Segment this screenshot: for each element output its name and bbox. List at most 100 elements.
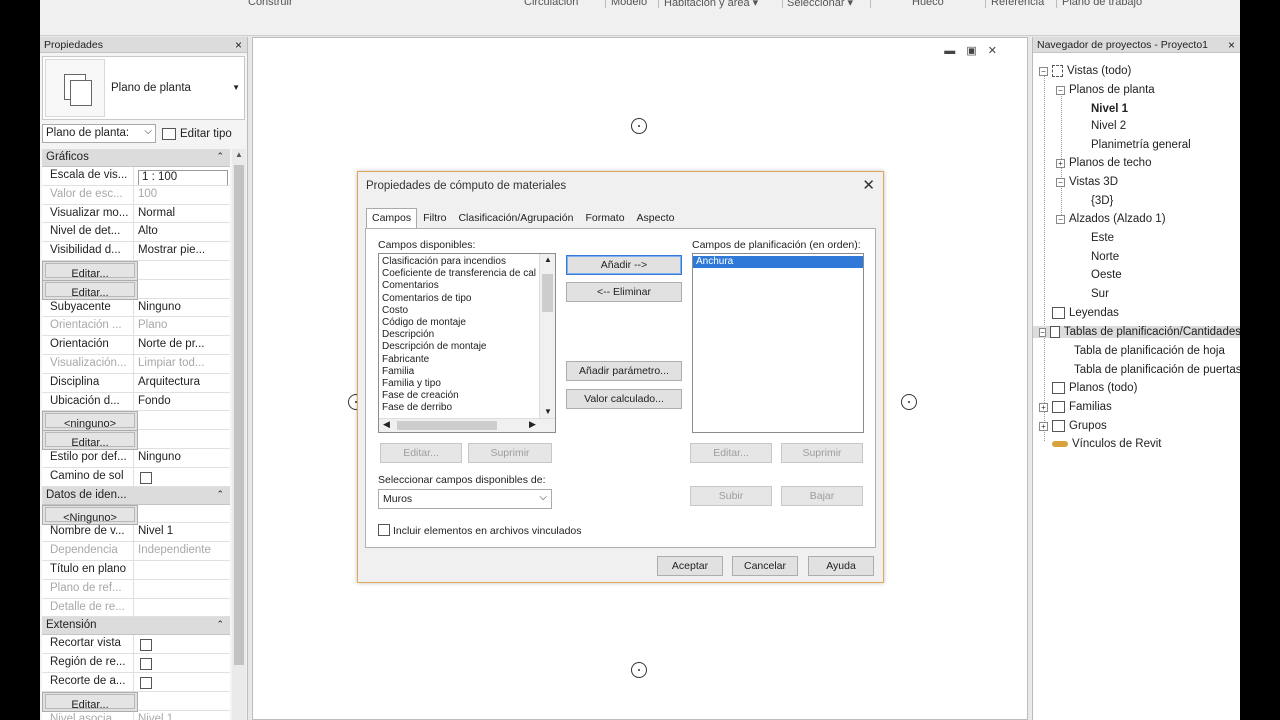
tree-node[interactable]: − Alzados (Alzado 1) xyxy=(1056,213,1166,225)
tab-campos[interactable]: Campos xyxy=(366,208,418,229)
tree-node[interactable]: Tabla de planificación de puertas xyxy=(1056,364,1240,376)
collapse-icon[interactable]: − xyxy=(1056,85,1065,95)
edit-right-button[interactable]: Editar... xyxy=(690,443,772,463)
tree-node[interactable]: − Tablas de planificación/Cantidades xyxy=(1033,326,1240,338)
ok-button[interactable]: Aceptar xyxy=(657,556,723,576)
view-window-controls[interactable]: ▬ ▣ ✕ xyxy=(944,44,1001,57)
list-item[interactable]: Fabricante xyxy=(379,354,555,366)
category-header[interactable]: Gráficos ⌃ xyxy=(42,149,230,167)
tab-aspecto[interactable]: Aspecto xyxy=(631,208,681,228)
tree-node[interactable]: − Planos de planta xyxy=(1056,84,1155,96)
property-value[interactable] xyxy=(134,673,230,691)
property-value[interactable] xyxy=(134,468,230,486)
available-fields-scrollbar[interactable]: ▲ ▼ xyxy=(539,254,555,432)
remove-field-button[interactable]: <-- Eliminar xyxy=(566,282,682,302)
tree-node[interactable]: + Planos de techo xyxy=(1056,157,1151,169)
property-value[interactable]: Ninguno xyxy=(134,449,230,467)
collapse-icon[interactable]: ⌃ xyxy=(216,151,224,162)
help-button[interactable]: Ayuda xyxy=(808,556,874,576)
property-edit-button[interactable]: Editar... xyxy=(45,432,135,449)
property-checkbox[interactable] xyxy=(140,639,152,652)
close-icon[interactable]: × xyxy=(235,38,242,52)
select-from-dropdown[interactable]: Muros ⌵ xyxy=(378,489,552,509)
tree-node[interactable]: Nivel 1 xyxy=(1073,103,1128,115)
edit-left-button[interactable]: Editar... xyxy=(380,443,462,463)
property-input[interactable]: 1 : 100 xyxy=(138,170,228,185)
property-value[interactable]: Norte de pr... xyxy=(134,336,230,354)
collapse-icon[interactable]: ⌃ xyxy=(216,619,224,630)
expand-icon[interactable]: + xyxy=(1039,402,1048,412)
type-selector[interactable]: Plano de planta ▼ xyxy=(42,56,245,120)
expand-icon[interactable]: + xyxy=(1056,158,1065,168)
elevation-marker-north[interactable] xyxy=(631,118,647,134)
scroll-left-icon[interactable]: ◀ xyxy=(383,419,390,430)
scroll-right-icon[interactable]: ▶ xyxy=(529,419,536,430)
property-value[interactable] xyxy=(134,561,230,579)
collapse-icon[interactable]: − xyxy=(1039,327,1047,337)
list-item[interactable]: Coeficiente de transferencia de cal xyxy=(379,268,555,280)
property-value[interactable]: 1 : 100 xyxy=(134,167,230,185)
tree-node[interactable]: {3D} xyxy=(1073,195,1113,207)
include-linked-checkbox[interactable] xyxy=(378,524,390,536)
add-parameter-button[interactable]: Añadir parámetro... xyxy=(566,361,682,381)
tree-node[interactable]: − Vistas (todo) xyxy=(1039,65,1131,77)
ribbon-tab-seleccionar[interactable]: Seleccionar ▾ xyxy=(787,0,853,9)
tree-node[interactable]: Vínculos de Revit xyxy=(1039,438,1162,450)
tree-node[interactable]: Nivel 2 xyxy=(1073,120,1126,132)
property-value[interactable]: Editar... xyxy=(42,279,138,300)
scheduled-fields-list[interactable]: Anchura xyxy=(692,253,864,433)
tree-node[interactable]: Planos (todo) xyxy=(1039,382,1137,394)
expand-icon[interactable]: + xyxy=(1039,421,1048,431)
tab-formato[interactable]: Formato xyxy=(579,208,630,228)
tree-node[interactable]: + Familias xyxy=(1039,401,1112,413)
property-value[interactable]: Arquitectura xyxy=(134,374,230,392)
move-down-button[interactable]: Bajar xyxy=(781,486,863,506)
category-header[interactable]: Extensión ⌃ xyxy=(42,617,230,636)
property-value[interactable]: Fondo xyxy=(134,393,230,411)
list-item[interactable]: Clasificación para incendios xyxy=(379,256,555,268)
category-header[interactable]: Datos de iden... ⌃ xyxy=(42,486,230,505)
tree-node[interactable]: Este xyxy=(1073,232,1114,244)
close-icon[interactable]: ✕ xyxy=(862,176,875,194)
instance-filter-dropdown[interactable]: Plano de planta: ⌵ xyxy=(42,124,156,143)
list-item[interactable]: Código de montaje xyxy=(379,317,555,329)
collapse-icon[interactable]: − xyxy=(1056,214,1065,224)
property-value[interactable]: Editar... xyxy=(42,430,138,451)
list-item[interactable]: Familia y tipo xyxy=(379,378,555,390)
tree-node[interactable]: Tabla de planificación de hoja xyxy=(1056,345,1225,357)
property-checkbox[interactable] xyxy=(140,471,152,484)
scroll-down-icon[interactable]: ▼ xyxy=(544,407,552,416)
collapse-icon[interactable]: ⌃ xyxy=(216,489,224,500)
list-item[interactable]: Descripción xyxy=(379,329,555,341)
elevation-marker-south[interactable] xyxy=(631,662,647,678)
property-value[interactable] xyxy=(134,654,230,672)
elevation-marker-east[interactable] xyxy=(901,394,917,410)
delete-right-button[interactable]: Suprimir xyxy=(781,443,863,463)
collapse-icon[interactable]: − xyxy=(1056,177,1065,187)
ribbon-tab-circulacion[interactable]: Circulación xyxy=(524,0,578,8)
property-value[interactable]: Nivel 1 xyxy=(134,523,230,541)
scroll-up-icon[interactable]: ▲ xyxy=(235,150,243,159)
scroll-up-icon[interactable]: ▲ xyxy=(544,255,552,264)
property-checkbox[interactable] xyxy=(140,676,152,689)
property-checkbox[interactable] xyxy=(140,658,152,671)
add-field-button[interactable]: Añadir --> xyxy=(566,255,682,275)
list-item[interactable]: Anchura xyxy=(693,256,863,269)
property-value[interactable]: Alto xyxy=(134,223,230,241)
ribbon-tab-modelo[interactable]: Modelo xyxy=(611,0,647,8)
hscroll-thumb[interactable] xyxy=(397,421,497,430)
list-item[interactable]: Comentarios de tipo xyxy=(379,293,555,305)
tab-clasificacion[interactable]: Clasificación/Agrupación xyxy=(452,208,579,228)
property-value[interactable]: Editar... xyxy=(42,691,138,712)
ribbon-tab-habitacion[interactable]: Habitación y área ▾ xyxy=(664,0,758,9)
tree-node[interactable]: Norte xyxy=(1073,251,1119,263)
property-value[interactable]: Mostrar pie... xyxy=(134,242,230,260)
cancel-button[interactable]: Cancelar xyxy=(732,556,798,576)
tree-node[interactable]: Leyendas xyxy=(1039,307,1119,319)
ribbon-tab-referencia[interactable]: Referencia xyxy=(991,0,1044,8)
property-value[interactable]: <Ninguno> xyxy=(42,504,138,525)
delete-left-button[interactable]: Suprimir xyxy=(468,443,552,463)
ribbon-tab-plano-de-trabajo[interactable]: Plano de trabajo xyxy=(1062,0,1142,8)
tree-node[interactable]: Sur xyxy=(1073,288,1109,300)
available-fields-hscrollbar[interactable]: ◀ ▶ xyxy=(379,418,555,432)
